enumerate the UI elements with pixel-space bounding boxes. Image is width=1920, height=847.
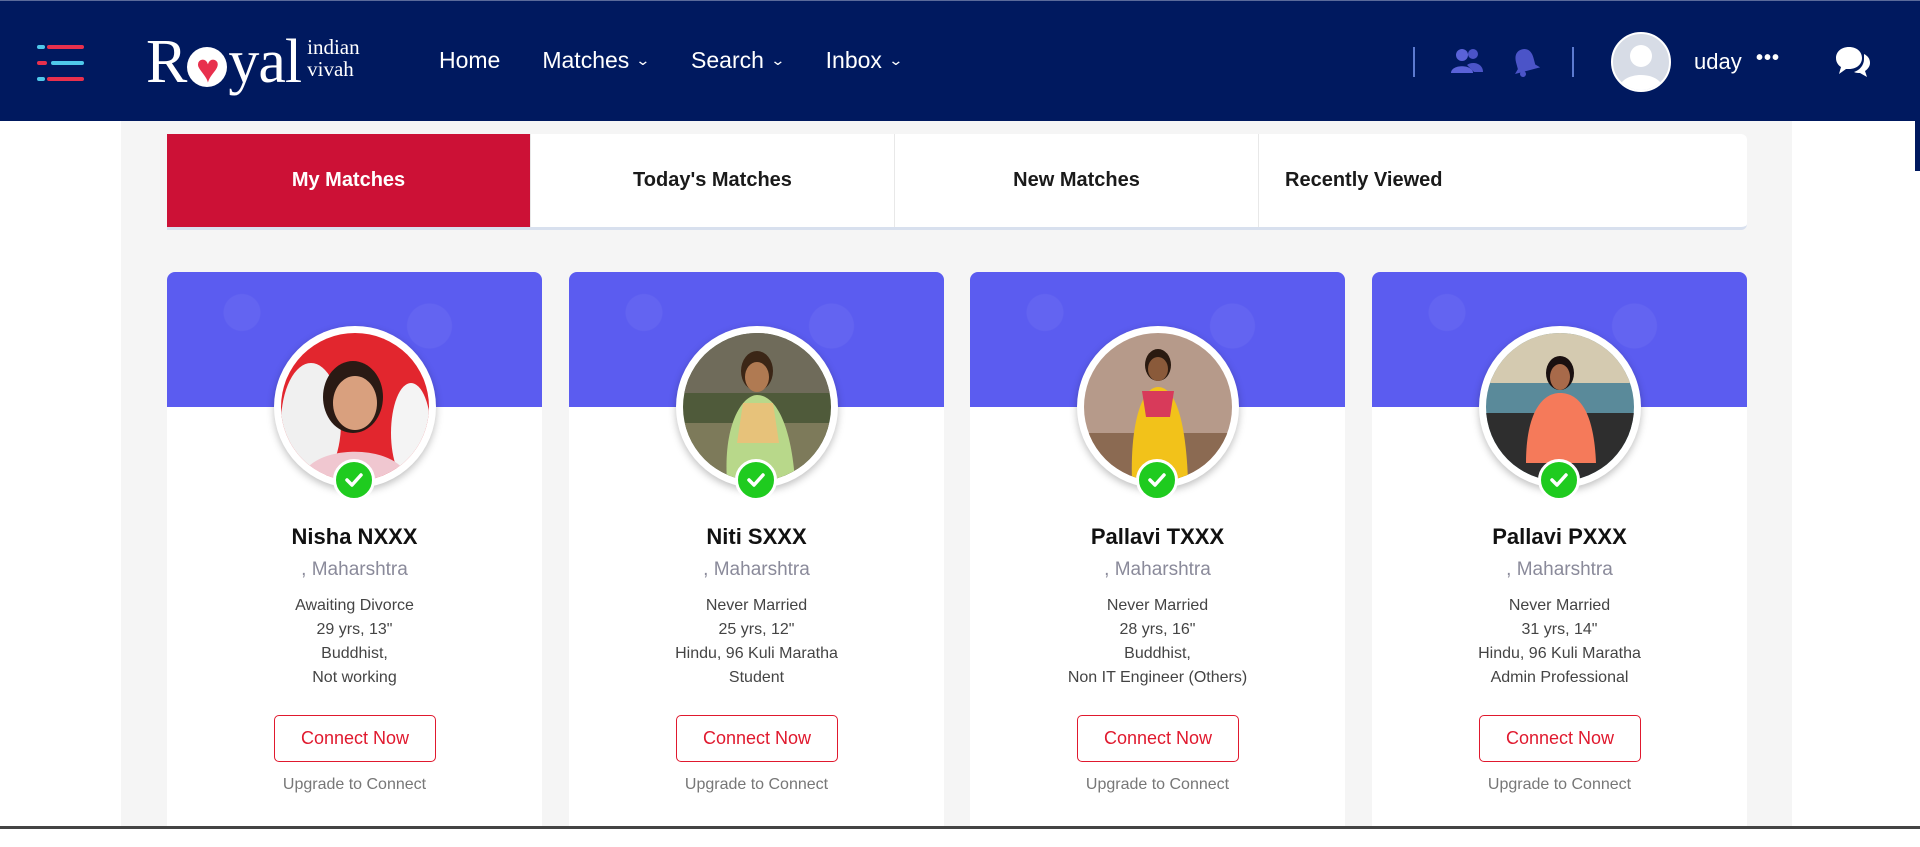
upgrade-link[interactable]: Upgrade to Connect	[1372, 776, 1747, 794]
connect-now-button[interactable]: Connect Now	[274, 715, 436, 762]
age-height: 31 yrs, 14"	[1521, 621, 1598, 638]
marital-status: Never Married	[1508, 597, 1611, 614]
upgrade-link[interactable]: Upgrade to Connect	[569, 776, 944, 794]
occupation: Admin Professional	[1490, 669, 1629, 686]
profile-details: Never Married 28 yrs, 16" Buddhist, Non …	[970, 594, 1345, 690]
marital-status: Never Married	[1106, 597, 1209, 614]
matches-panel: My Matches Today's Matches New Matches R…	[121, 121, 1792, 847]
profile-location: , Maharshtra	[703, 559, 810, 580]
profile-card: Pallavi TXXX , Maharshtra Never Married …	[970, 272, 1345, 847]
marital-status: Awaiting Divorce	[295, 597, 414, 614]
religion-caste: Hindu, 96 Kuli Maratha	[675, 645, 838, 662]
profile-name[interactable]: Pallavi PXXX	[1372, 524, 1747, 550]
upgrade-link[interactable]: Upgrade to Connect	[970, 776, 1345, 794]
profile-name[interactable]: Nisha NXXX	[167, 524, 542, 550]
tab-new-matches[interactable]: New Matches	[895, 134, 1259, 227]
notification-bell-icon[interactable]	[1510, 46, 1541, 83]
chevron-down-icon: ⌄	[770, 51, 786, 68]
occupation: Non IT Engineer (Others)	[1067, 669, 1248, 686]
profile-card: Niti SXXX , Maharshtra Never Married 25 …	[569, 272, 944, 847]
connect-now-button[interactable]: Connect Now	[676, 715, 838, 762]
profile-card: Nisha NXXX , Maharshtra Awaiting Divorce…	[167, 272, 542, 847]
verified-check-icon	[333, 459, 375, 501]
nav-matches[interactable]: Matches ⌄	[542, 47, 651, 74]
brand-logo[interactable]: R ♥ yal indian vivah	[146, 27, 360, 97]
logo-text: R ♥ yal	[146, 27, 302, 96]
connections-icon[interactable]	[1450, 46, 1484, 81]
header-divider	[1572, 47, 1574, 77]
profile-location: , Maharshtra	[1506, 559, 1613, 580]
verified-check-icon	[1538, 459, 1580, 501]
top-navbar: R ♥ yal indian vivah Home Matches ⌄ Search…	[0, 0, 1920, 121]
nav-home[interactable]: Home	[439, 47, 500, 74]
more-dots-icon[interactable]: •••	[1756, 47, 1780, 70]
chevron-down-icon: ⌄	[888, 51, 904, 68]
verified-check-icon	[1136, 459, 1178, 501]
age-height: 29 yrs, 13"	[316, 621, 393, 638]
upgrade-link[interactable]: Upgrade to Connect	[167, 776, 542, 794]
age-height: 25 yrs, 12"	[718, 621, 795, 638]
menu-icon[interactable]	[37, 45, 84, 81]
occupation: Student	[728, 669, 785, 686]
chat-icon[interactable]	[1834, 44, 1872, 83]
avatar[interactable]	[1611, 32, 1671, 92]
profile-name[interactable]: Niti SXXX	[569, 524, 944, 550]
profile-location: , Maharshtra	[1104, 559, 1211, 580]
nav-search[interactable]: Search ⌄	[691, 47, 786, 74]
profile-name[interactable]: Pallavi TXXX	[970, 524, 1345, 550]
connect-now-button[interactable]: Connect Now	[1077, 715, 1239, 762]
verified-check-icon	[735, 459, 777, 501]
religion-caste: Hindu, 96 Kuli Maratha	[1478, 645, 1641, 662]
age-height: 28 yrs, 16"	[1119, 621, 1196, 638]
religion-caste: Buddhist,	[321, 645, 388, 662]
header-divider	[1413, 47, 1415, 77]
occupation: Not working	[312, 669, 397, 686]
profile-location: , Maharshtra	[301, 559, 408, 580]
tab-my-matches[interactable]: My Matches	[167, 134, 531, 227]
nav-inbox[interactable]: Inbox ⌄	[826, 47, 904, 74]
matches-tabs: My Matches Today's Matches New Matches R…	[167, 134, 1747, 230]
profile-details: Never Married 25 yrs, 12" Hindu, 96 Kuli…	[569, 594, 944, 690]
main-nav: Home Matches ⌄ Search ⌄ Inbox ⌄	[439, 41, 944, 79]
tab-recently-viewed[interactable]: Recently Viewed	[1259, 134, 1459, 227]
heart-icon: ♥	[187, 47, 228, 91]
connect-now-button[interactable]: Connect Now	[1479, 715, 1641, 762]
user-name[interactable]: uday	[1694, 49, 1742, 75]
marital-status: Never Married	[705, 597, 808, 614]
religion-caste: Buddhist,	[1124, 645, 1191, 662]
profile-details: Never Married 31 yrs, 14" Hindu, 96 Kuli…	[1372, 594, 1747, 690]
profile-details: Awaiting Divorce 29 yrs, 13" Buddhist, N…	[167, 594, 542, 690]
tab-todays-matches[interactable]: Today's Matches	[531, 134, 895, 227]
chevron-down-icon: ⌄	[635, 51, 651, 68]
logo-subtext: indian vivah	[307, 35, 360, 81]
scroll-indicator	[1915, 121, 1920, 171]
profile-card: Pallavi PXXX , Maharshtra Never Married …	[1372, 272, 1747, 847]
